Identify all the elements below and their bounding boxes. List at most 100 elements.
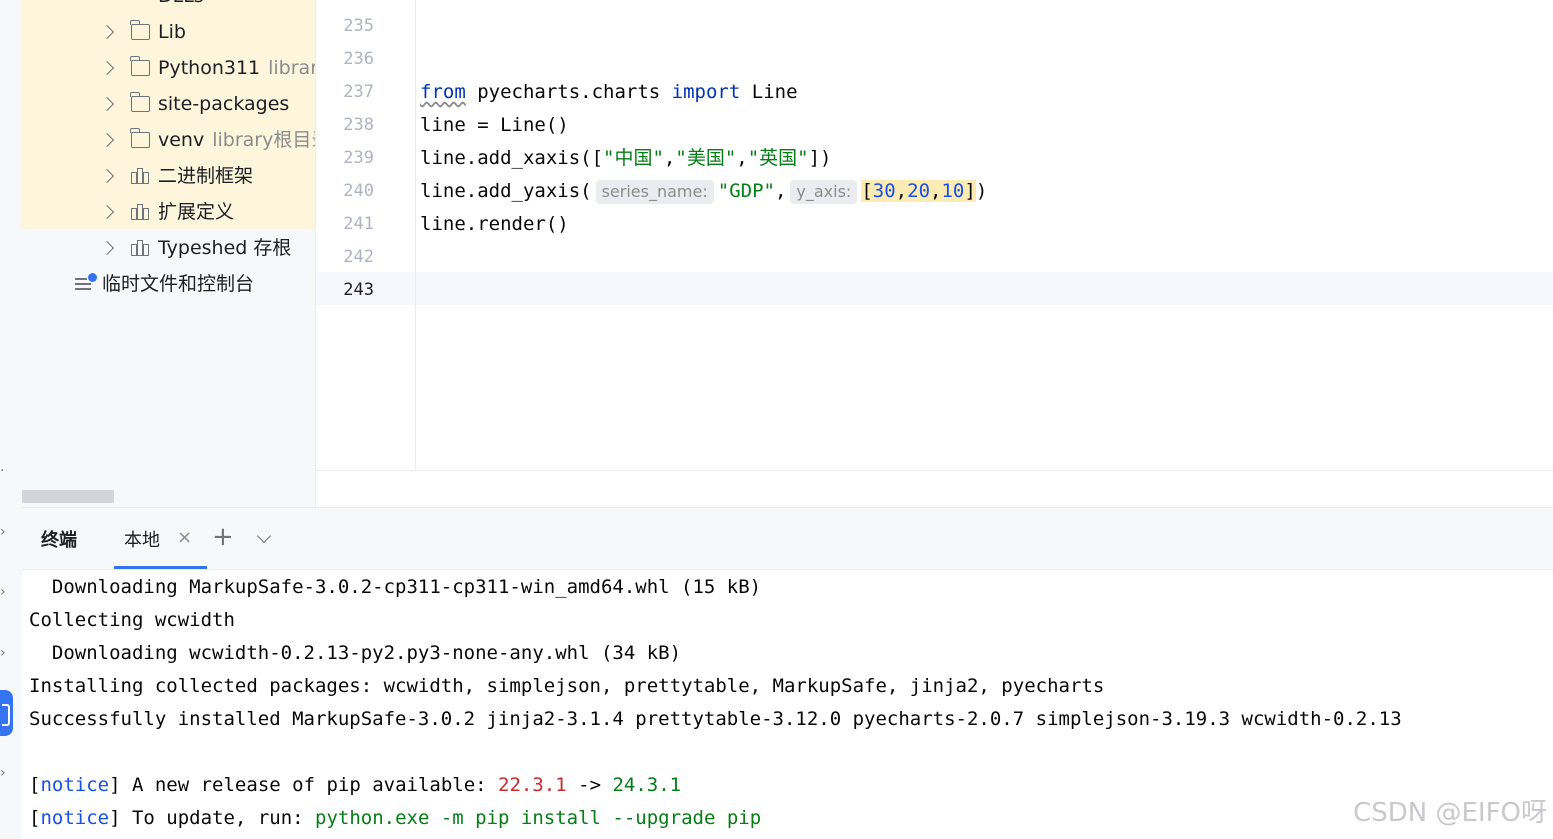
tool-icon[interactable]: ›	[0, 583, 10, 601]
line-number-gutter: 235 236 237 238 239 240 241 242 243	[316, 0, 416, 470]
notice-tag: notice	[40, 774, 110, 796]
string-literal: "美国"	[675, 147, 737, 169]
terminal-header: 终端 本地 × +	[22, 508, 1553, 570]
library-icon	[131, 168, 150, 184]
tree-item-label: 扩展定义	[158, 201, 235, 223]
code-text: ])	[808, 147, 832, 169]
tab-local[interactable]: 本地 ×	[109, 508, 207, 569]
number-literal: 10	[941, 180, 965, 202]
chevron-right-icon[interactable]	[99, 132, 115, 148]
folder-icon	[130, 92, 150, 112]
watermark: CSDN @EIFO呀	[1353, 798, 1547, 828]
project-tree-panel: DLLs Lib Python311library site-packages …	[22, 0, 316, 507]
upgrade-command: python.exe -m pip install --upgrade pip	[315, 807, 762, 829]
code-text: line.add_xaxis([	[420, 147, 604, 169]
keyword-from: from	[420, 81, 466, 103]
arrow-text: ->	[566, 774, 613, 796]
tree-item-hint: library	[268, 57, 315, 79]
close-icon[interactable]: ×	[177, 527, 192, 548]
code-line-241[interactable]: line.render()	[420, 208, 569, 241]
bracket: [	[29, 774, 41, 796]
line-number: 238	[343, 115, 374, 135]
tree-item-label: DLLs	[158, 0, 204, 14]
tool-icon[interactable]: ›	[0, 523, 10, 541]
terminal-output-line: Installing collected packages: wcwidth, …	[29, 675, 1105, 697]
folder-icon	[130, 128, 150, 148]
tool-icon[interactable]: ›	[0, 644, 10, 662]
code-line-239[interactable]: line.add_xaxis(["中国","美国","英国"])	[420, 142, 832, 175]
string-literal: "中国"	[603, 147, 664, 169]
terminal-tool-button[interactable]	[0, 690, 13, 736]
code-text: ,	[774, 180, 787, 202]
code-editor[interactable]: 235 236 237 238 239 240 241 242 243 from…	[316, 0, 1553, 470]
tree-item-binary-skeletons[interactable]: 二进制框架	[22, 158, 315, 194]
string-literal: "英国"	[747, 147, 809, 169]
chevron-right-icon[interactable]	[99, 96, 115, 112]
code-line-238[interactable]: line = Line()	[420, 109, 569, 142]
chevron-right-icon[interactable]	[99, 60, 115, 76]
notice-text: A new release of pip available:	[120, 774, 499, 796]
tree-item-label: Python311	[158, 57, 261, 79]
code-text: line.add_yaxis(	[420, 180, 592, 202]
code-text: ,	[663, 147, 676, 169]
bracket: ]	[109, 807, 121, 829]
tree-item-label: site-packages	[158, 93, 290, 115]
terminal-panel: 终端 本地 × + Downloading MarkupSafe-3.0.2-c…	[22, 507, 1553, 839]
line-number: 239	[343, 148, 374, 168]
code-text: ]	[964, 180, 976, 202]
tree-item-typeshed-stubs[interactable]: Typeshed 存根	[22, 230, 315, 266]
scratches-icon	[75, 273, 97, 292]
terminal-output-line: Successfully installed MarkupSafe-3.0.2 …	[29, 708, 1402, 730]
parameter-hint-y-axis: y_axis:	[790, 180, 858, 204]
terminal-notice-line: [notice] To update, run: python.exe -m p…	[29, 802, 761, 835]
tree-item-label: venv	[158, 129, 205, 151]
tree-item-lib[interactable]: Lib	[22, 14, 315, 50]
tree-item-extension-definitions[interactable]: 扩展定义	[22, 194, 315, 230]
line-number-current: 243	[343, 280, 374, 300]
code-text: )	[975, 180, 988, 202]
number-literal: 20	[907, 180, 931, 202]
bracket: ]	[109, 774, 121, 796]
chevron-right-icon[interactable]	[99, 24, 115, 40]
code-text: ,	[895, 180, 908, 202]
terminal-output-line: Downloading wcwidth-0.2.13-py2.py3-none-…	[29, 642, 682, 664]
active-tab-indicator	[114, 566, 207, 569]
line-number: 241	[343, 214, 374, 234]
tree-item-hint: library根目录	[212, 129, 315, 151]
tab-label: 本地	[124, 530, 160, 551]
tool-icon[interactable]: ·	[0, 462, 10, 480]
code-text: ,	[736, 147, 748, 169]
notice-tag: notice	[40, 807, 110, 829]
code-text: [	[861, 180, 873, 202]
code-line-240[interactable]: line.add_yaxis(series_name: "GDP", y_axis:…	[420, 175, 987, 208]
old-version: 22.3.1	[498, 774, 567, 796]
code-name: Line	[740, 81, 798, 103]
library-icon	[131, 204, 150, 220]
chevron-right-icon[interactable]	[99, 168, 115, 184]
tree-item-partial[interactable]: DLLs	[22, 0, 315, 14]
ide-window: · › › › › DLLs Lib Python311 library site…	[0, 0, 1553, 839]
number-literal: 30	[872, 180, 896, 202]
tree-item-scratches[interactable]: 临时文件和控制台	[22, 266, 315, 302]
tree-item-venv[interactable]: venv library根目录	[22, 122, 315, 158]
code-line-237[interactable]: from pyecharts.charts import Line	[420, 76, 798, 109]
chevron-right-icon[interactable]	[99, 240, 115, 256]
add-terminal-button[interactable]: +	[212, 522, 234, 552]
line-number: 237	[343, 82, 374, 102]
terminal-output-line: Downloading MarkupSafe-3.0.2-cp311-cp311…	[29, 576, 762, 598]
chevron-down-icon[interactable]	[256, 528, 272, 544]
parameter-hint-series-name: series_name:	[595, 180, 714, 204]
horizontal-scrollbar[interactable]	[22, 490, 114, 503]
tree-item-label: Typeshed 存根	[158, 237, 292, 259]
tree-item-site-packages[interactable]: site-packages	[22, 86, 315, 122]
chevron-right-icon[interactable]	[99, 204, 115, 220]
line-number: 236	[343, 49, 374, 69]
terminal-notice-line: [notice] A new release of pip available:…	[29, 769, 681, 802]
tree-item-python311[interactable]: Python311 library	[22, 50, 315, 86]
list-literal: [30,20,10]	[861, 180, 976, 202]
tool-icon[interactable]: ›	[0, 764, 10, 782]
folder-icon	[130, 20, 150, 40]
code-module: pyecharts.charts	[465, 81, 672, 103]
tree-item-label: 临时文件和控制台	[102, 273, 255, 295]
code-text: ,	[930, 180, 942, 202]
